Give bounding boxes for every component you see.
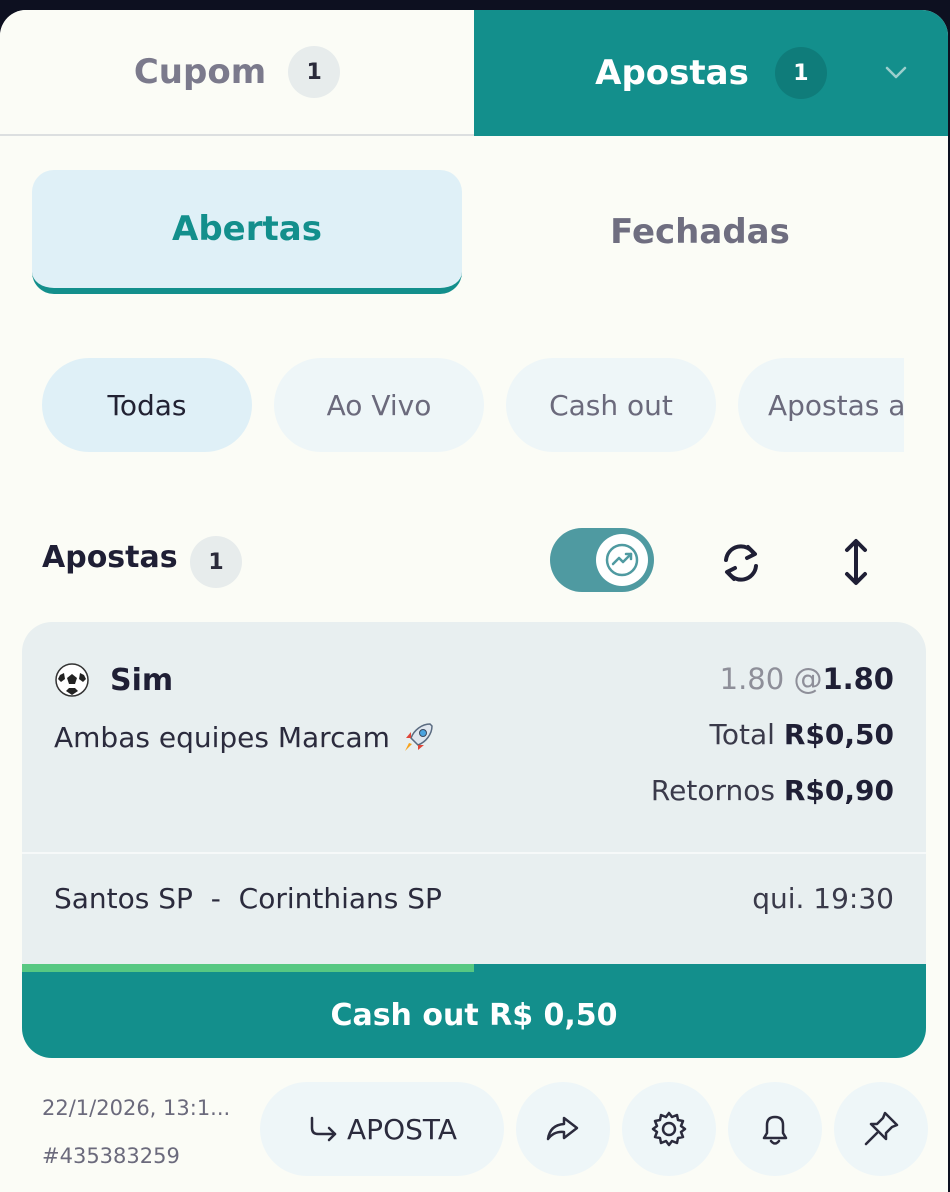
soccer-ball-icon xyxy=(55,663,89,697)
bet-date: 22/1/2026, 13:1... xyxy=(42,1096,231,1120)
share-icon xyxy=(546,1116,579,1141)
bet-card[interactable]: Sim Ambas equipes Marcam 1.80 @1.80 Tota… xyxy=(22,622,926,1058)
filter-chips: Todas Ao Vivo Cash out Apostas a xyxy=(42,358,904,454)
bet-selection: Sim xyxy=(110,662,174,698)
filter-ao-vivo[interactable]: Ao Vivo xyxy=(274,358,484,452)
sort-icon xyxy=(845,539,867,585)
segment-abertas[interactable]: Abertas xyxy=(32,170,462,294)
total-label: Total xyxy=(709,718,775,751)
pin-icon xyxy=(864,1111,899,1146)
cupom-count-badge: 1 xyxy=(288,46,341,98)
pin-button[interactable] xyxy=(834,1082,928,1176)
bet-odds: 1.80 @1.80 xyxy=(720,662,894,696)
returns-label: Retornos xyxy=(650,774,775,807)
notify-button[interactable] xyxy=(728,1082,822,1176)
bet-selection-row: Sim xyxy=(54,662,173,698)
filter-apostas-a[interactable]: Apostas a xyxy=(738,358,904,452)
match-time: qui. 19:30 xyxy=(752,882,894,915)
tab-apostas[interactable]: Apostas 1 xyxy=(474,10,948,136)
bet-returns-row: Retornos R$0,90 xyxy=(651,774,894,807)
segment-fechadas[interactable]: Fechadas xyxy=(490,170,910,294)
tab-apostas-label: Apostas xyxy=(595,53,749,93)
filter-todas[interactable]: Todas xyxy=(42,358,252,452)
trend-toggle[interactable] xyxy=(550,528,654,592)
odds-separator: @ xyxy=(793,662,823,696)
filter-cash-out[interactable]: Cash out xyxy=(506,358,716,452)
apostas-count-badge: 1 xyxy=(774,47,827,99)
cashout-progress xyxy=(22,964,926,972)
tab-cupom[interactable]: Cupom 1 xyxy=(0,10,474,136)
cashout-button[interactable]: Cash out R$ 0,50 xyxy=(22,972,926,1058)
match-teams: Santos SP - Corinthians SP xyxy=(54,882,442,915)
settings-button[interactable] xyxy=(622,1082,716,1176)
cashout-progress-fill xyxy=(22,964,474,972)
rocket-icon xyxy=(404,723,433,751)
total-value: R$0,50 xyxy=(783,718,894,751)
odds-current: 1.80 xyxy=(822,662,894,696)
returns-value: R$0,90 xyxy=(783,774,894,807)
rebet-button[interactable]: APOSTA xyxy=(260,1082,504,1176)
chevron-down-icon[interactable] xyxy=(884,60,908,84)
gear-icon xyxy=(651,1111,687,1147)
odds-original: 1.80 xyxy=(719,662,785,696)
bets-panel: Cupom 1 Apostas 1 Abertas Fechadas Todas… xyxy=(0,10,948,1192)
bet-market: Ambas equipes Marcam xyxy=(54,720,390,754)
bet-market-row: Ambas equipes Marcam xyxy=(54,718,438,756)
bell-icon xyxy=(762,1115,788,1145)
share-button[interactable] xyxy=(516,1082,610,1176)
toggle-knob xyxy=(596,534,648,586)
rebet-icon xyxy=(310,1116,337,1142)
card-divider xyxy=(22,852,926,854)
section-title: Apostas xyxy=(42,540,178,575)
refresh-icon xyxy=(724,544,758,582)
bet-total-row: Total R$0,50 xyxy=(710,718,894,751)
rebet-label: APOSTA xyxy=(347,1112,457,1146)
tab-cupom-label: Cupom xyxy=(133,52,267,92)
trend-icon xyxy=(605,543,639,577)
section-count-badge: 1 xyxy=(190,536,242,588)
bet-id: #435383259 xyxy=(42,1144,180,1168)
top-tabs: Cupom 1 Apostas 1 xyxy=(0,10,948,136)
sort-button[interactable] xyxy=(836,532,876,592)
refresh-button[interactable] xyxy=(712,534,770,592)
